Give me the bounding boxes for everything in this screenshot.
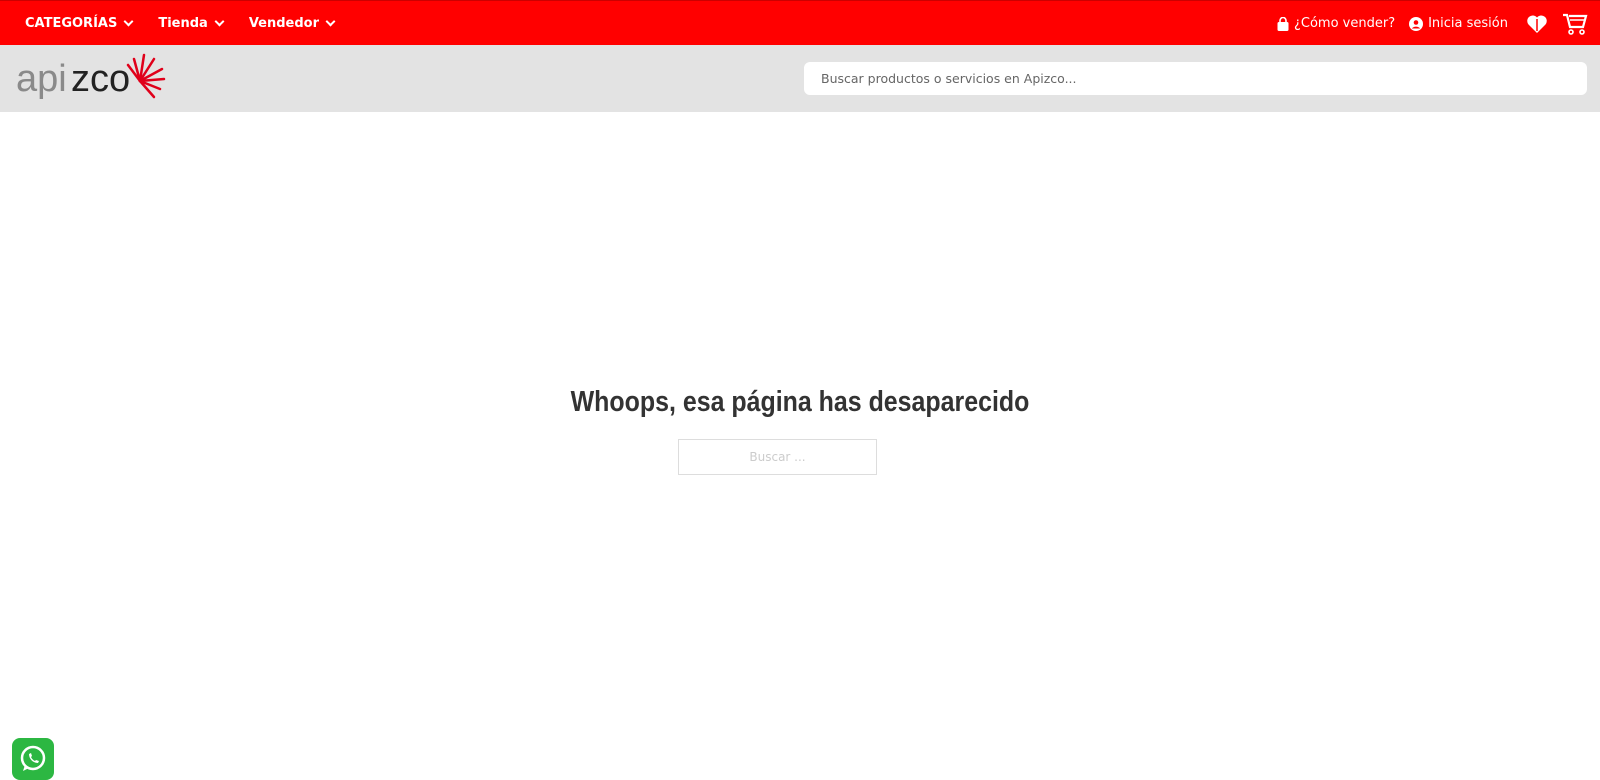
heart-icon[interactable] — [1526, 14, 1548, 34]
nav-tienda[interactable]: Tienda — [158, 16, 225, 31]
nav-label: Tienda — [158, 16, 208, 31]
header-bar: api zco — [0, 45, 1600, 112]
login-label: Inicia sesión — [1428, 16, 1508, 31]
nav-categorias[interactable]: CATEGORÍAS — [25, 16, 134, 31]
user-circle-icon — [1409, 16, 1424, 31]
chevron-down-icon — [214, 16, 225, 27]
how-to-sell-label: ¿Cómo vender? — [1293, 16, 1396, 31]
login-link[interactable]: Inicia sesión — [1409, 16, 1508, 31]
nav-label: CATEGORÍAS — [25, 16, 118, 31]
header-search-input[interactable] — [804, 62, 1587, 95]
whatsapp-icon — [20, 745, 46, 771]
whatsapp-button[interactable] — [12, 738, 54, 780]
nav-vendedor[interactable]: Vendedor — [248, 16, 336, 31]
cart-icon[interactable] — [1562, 12, 1588, 36]
shopping-bag-icon — [1277, 16, 1289, 31]
top-nav-bar: CATEGORÍAS Tienda Vendedor ¿Cómo vender?… — [0, 0, 1600, 45]
page-search-input[interactable] — [678, 439, 877, 475]
chevron-down-icon — [123, 16, 134, 27]
page-title: Whoops, esa página has desaparecido — [570, 386, 1030, 418]
main-nav: CATEGORÍAS Tienda Vendedor — [25, 1, 336, 46]
svg-text:zco: zco — [71, 58, 130, 100]
svg-text:api: api — [16, 58, 67, 100]
how-to-sell-link[interactable]: ¿Cómo vender? — [1277, 16, 1395, 31]
apizco-logo[interactable]: api zco — [16, 53, 176, 103]
chevron-down-icon — [325, 16, 336, 27]
logo-image: api zco — [16, 53, 166, 100]
user-nav: ¿Cómo vender? Inicia sesión — [1277, 1, 1588, 46]
nav-label: Vendedor — [248, 16, 320, 31]
